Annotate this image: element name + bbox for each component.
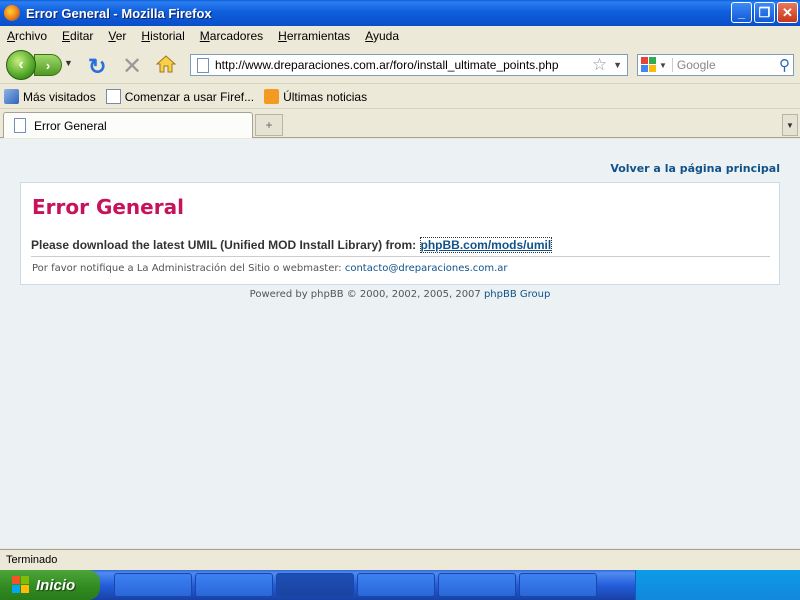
firefox-logo-icon: [4, 5, 20, 21]
page-icon: [14, 118, 26, 133]
history-dropdown-icon[interactable]: ▼: [64, 58, 73, 68]
phpbb-group-link[interactable]: phpBB Group: [484, 289, 550, 300]
home-icon[interactable]: [155, 54, 177, 74]
menu-ver[interactable]: Ver: [101, 29, 134, 43]
window-title: Error General - Mozilla Firefox: [26, 5, 212, 21]
taskbar: Inicio: [0, 570, 800, 600]
tab-label: Error General: [34, 118, 107, 133]
search-engine-dropdown-icon[interactable]: ▼: [659, 61, 667, 70]
tab-error-general[interactable]: Error General: [3, 112, 253, 138]
menu-ayuda[interactable]: Ayuda: [358, 29, 407, 43]
admin-notice-text: Por favor notifique a La Administración …: [32, 263, 345, 274]
tab-strip: Error General + ▼: [0, 110, 800, 138]
title-bar: Error General - Mozilla Firefox _ ❐ ✕: [0, 0, 800, 26]
windows-flag-icon: [12, 576, 30, 594]
error-message-text: Please download the latest UMIL (Unified…: [31, 238, 420, 252]
page-icon: [105, 89, 121, 104]
smart-bookmark-icon: [4, 89, 19, 104]
all-tabs-button[interactable]: ▼: [782, 114, 798, 136]
taskbar-button[interactable]: [357, 573, 435, 597]
stop-icon[interactable]: ✕: [122, 52, 142, 81]
bookmark-comenzar[interactable]: Comenzar a usar Firef...: [105, 89, 255, 104]
system-tray: [635, 570, 800, 600]
error-heading: Error General: [32, 195, 184, 219]
error-message: Please download the latest UMIL (Unified…: [31, 237, 553, 253]
menu-bar: Archivo Editar Ver Historial Marcadores …: [0, 26, 800, 46]
umil-download-link[interactable]: phpBB.com/mods/umil: [419, 237, 553, 253]
forward-button[interactable]: ›: [34, 54, 62, 76]
search-icon[interactable]: ⚲: [779, 56, 790, 74]
powered-by-footer: Powered by phpBB © 2000, 2002, 2005, 200…: [0, 289, 800, 300]
chevron-down-icon: ▼: [786, 120, 794, 130]
status-text: Terminado: [6, 553, 58, 566]
taskbar-button[interactable]: [114, 573, 192, 597]
taskbar-button[interactable]: [519, 573, 597, 597]
menu-archivo[interactable]: Archivo: [0, 29, 55, 43]
menu-marcadores[interactable]: Marcadores: [193, 29, 271, 43]
minimize-button[interactable]: _: [731, 2, 752, 23]
bookmarks-toolbar: Más visitados Comenzar a usar Firef... Ú…: [0, 85, 800, 109]
menu-editar[interactable]: Editar: [55, 29, 101, 43]
bookmark-ultimas-noticias[interactable]: Últimas noticias: [264, 89, 367, 104]
url-input[interactable]: http://www.dreparaciones.com.ar/foro/ins…: [215, 58, 592, 72]
taskbar-button-firefox[interactable]: [276, 573, 354, 597]
menu-historial[interactable]: Historial: [134, 29, 192, 43]
webmaster-email-link[interactable]: contacto@dreparaciones.com.ar: [345, 263, 508, 274]
chevron-left-icon: ‹: [18, 56, 24, 73]
divider: [31, 256, 770, 257]
powered-by-text: Powered by phpBB © 2000, 2002, 2005, 200…: [249, 289, 484, 300]
taskbar-button[interactable]: [438, 573, 516, 597]
start-button[interactable]: Inicio: [0, 570, 100, 600]
error-panel: Error General Please download the latest…: [20, 182, 780, 285]
start-label: Inicio: [36, 576, 76, 594]
status-bar: Terminado: [0, 549, 800, 569]
address-bar[interactable]: http://www.dreparaciones.com.ar/foro/ins…: [190, 54, 628, 76]
url-dropdown-icon[interactable]: ▼: [613, 60, 622, 70]
close-button[interactable]: ✕: [777, 2, 798, 23]
bookmark-mas-visitados[interactable]: Más visitados: [4, 89, 96, 104]
search-input[interactable]: Google: [671, 58, 779, 72]
bookmark-star-icon[interactable]: ☆: [592, 55, 607, 75]
window-controls: _ ❐ ✕: [731, 2, 798, 23]
bookmark-label: Comenzar a usar Firef...: [124, 89, 255, 104]
rss-feed-icon: [264, 89, 280, 104]
back-button[interactable]: ‹: [6, 50, 36, 80]
search-bar[interactable]: ▼ Google ⚲: [637, 54, 794, 76]
reload-icon[interactable]: ↻: [88, 54, 106, 80]
admin-notice: Por favor notifique a La Administración …: [32, 263, 508, 274]
taskbar-button[interactable]: [195, 573, 273, 597]
chevron-right-icon: ›: [45, 57, 51, 73]
bookmark-label: Más visitados: [23, 89, 96, 104]
new-tab-button[interactable]: +: [255, 114, 283, 136]
page-icon: [197, 57, 209, 73]
page-content: Volver a la página principal Error Gener…: [0, 139, 800, 548]
maximize-button[interactable]: ❐: [754, 2, 775, 23]
menu-herramientas[interactable]: Herramientas: [271, 29, 358, 43]
navigation-toolbar: › ‹ ▼ ↻ ✕ http://www.dreparaciones.com.a…: [0, 46, 800, 84]
google-engine-icon[interactable]: [641, 57, 657, 73]
plus-icon: +: [265, 118, 273, 132]
bookmark-label: Últimas noticias: [283, 89, 368, 104]
back-to-index-link[interactable]: Volver a la página principal: [610, 162, 780, 175]
